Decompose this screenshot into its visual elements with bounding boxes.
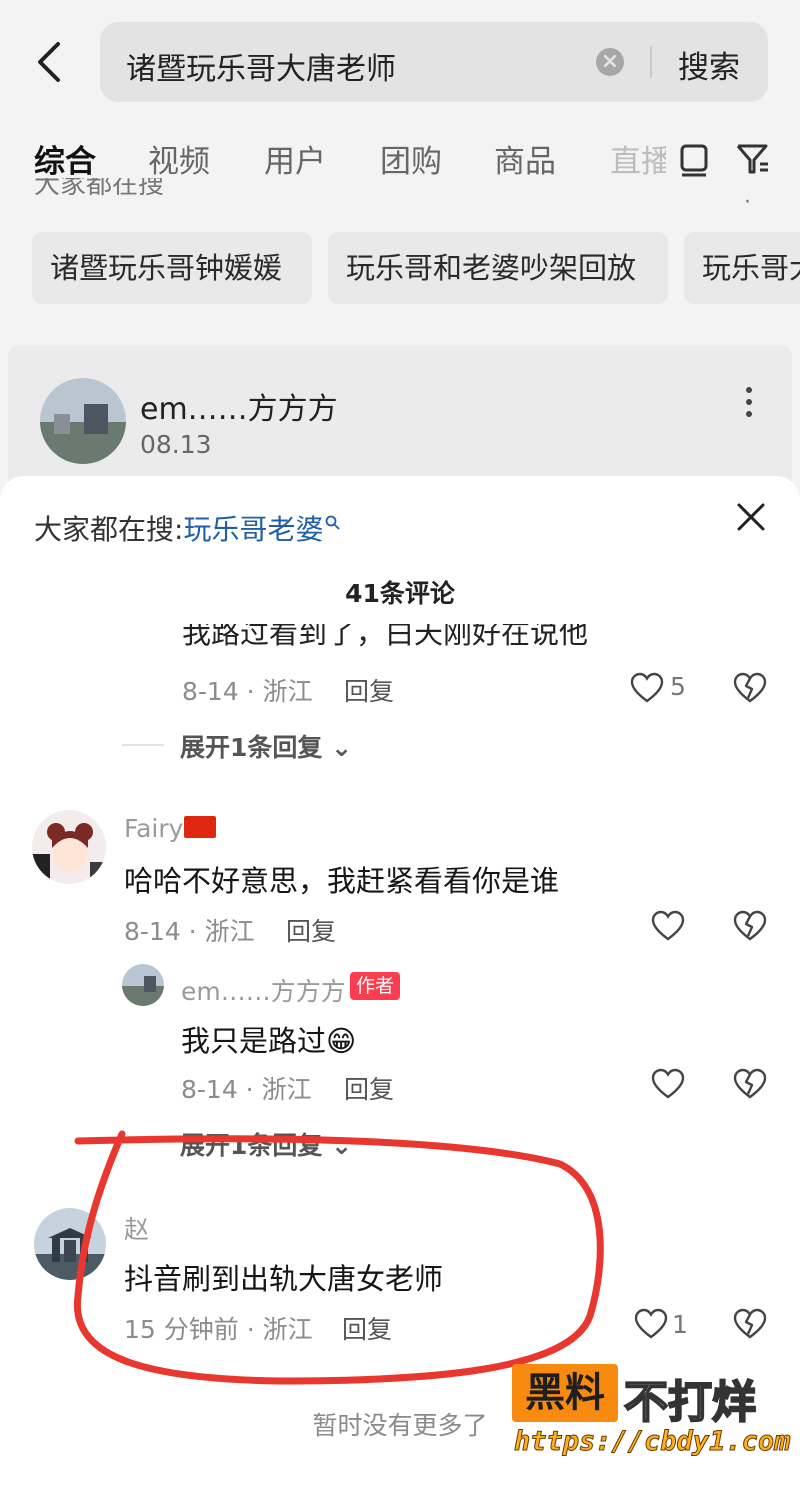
- comment-count: 41条评论: [345, 579, 455, 608]
- search-query-text: 诸暨玩乐哥大唐老师: [126, 52, 396, 87]
- search-icon: [326, 515, 341, 530]
- watermark-url: https://cbdy1.com: [513, 1426, 791, 1458]
- avatar[interactable]: [32, 810, 106, 884]
- comment-meta: 15 分钟前 · 浙江: [124, 1315, 313, 1344]
- hot-search-keyword[interactable]: 玩乐哥老婆: [183, 513, 323, 546]
- avatar[interactable]: [122, 964, 164, 1006]
- tab-users[interactable]: 用户: [264, 136, 326, 181]
- expand-replies[interactable]: 展开1条回复 ⌄: [180, 728, 352, 764]
- layout-toggle-icon[interactable]: [674, 138, 714, 178]
- hot-search-prefix: 大家都在搜:: [34, 513, 184, 546]
- avatar[interactable]: [34, 1208, 106, 1280]
- post-date: 08.13: [140, 430, 212, 459]
- comment-text: 抖音刷到出轨大唐女老师: [124, 1262, 444, 1296]
- post-author[interactable]: em……方方方: [140, 384, 338, 428]
- hot-search-banner[interactable]: 大家都在搜:玩乐哥老婆: [34, 508, 341, 548]
- comment-text: 哈哈不好意思，我赶紧看看你是谁: [124, 864, 560, 898]
- trending-chip[interactable]: 诸暨玩乐哥钟媛媛: [32, 232, 312, 304]
- tab-live[interactable]: 直播: [610, 136, 666, 181]
- heart-icon[interactable]: [651, 910, 685, 942]
- comments-sheet: 大家都在搜:玩乐哥老婆 41条评论 我路过看到了，白天刚好在说他 8-14 · …: [0, 476, 800, 1486]
- broken-heart-icon[interactable]: [733, 1068, 767, 1100]
- like-count: 5: [670, 672, 686, 701]
- commenter-name[interactable]: 赵: [124, 1210, 149, 1246]
- clear-icon[interactable]: ×: [596, 48, 624, 76]
- more-options-icon[interactable]: [744, 386, 754, 418]
- broken-heart-icon[interactable]: [733, 672, 767, 704]
- search-input[interactable]: 诸暨玩乐哥大唐老师 × 搜索: [100, 22, 768, 102]
- heart-icon[interactable]: [651, 1068, 685, 1100]
- china-flag-icon: [184, 816, 216, 838]
- heart-icon[interactable]: [634, 1308, 668, 1340]
- tab-group-buy[interactable]: 团购: [380, 136, 442, 181]
- commenter-name[interactable]: Fairy: [124, 814, 183, 843]
- commenter-name[interactable]: em……方方方: [181, 972, 346, 1008]
- avatar[interactable]: [40, 378, 126, 464]
- search-bar: 诸暨玩乐哥大唐老师 × 搜索: [0, 22, 800, 102]
- divider: [122, 744, 164, 746]
- comment-meta: 8-14 · 浙江: [182, 677, 313, 706]
- comment-text: 我路过看到了，白天刚好在说他: [182, 624, 589, 650]
- trending-chip[interactable]: 玩乐哥大: [684, 232, 800, 304]
- reply-button[interactable]: 回复: [286, 912, 336, 948]
- heart-icon[interactable]: [630, 672, 664, 704]
- grin-emoji-icon: 😁: [326, 1024, 357, 1058]
- more-dot-icon: ·: [744, 190, 751, 215]
- broken-heart-icon[interactable]: [733, 1308, 767, 1340]
- watermark: 黑料 不打烊 https://cbdy1.com: [512, 1364, 791, 1464]
- tab-products[interactable]: 商品: [494, 136, 556, 181]
- comment-meta: 8-14 · 浙江: [181, 1075, 312, 1104]
- close-icon[interactable]: [736, 502, 766, 532]
- reply-button[interactable]: 回复: [344, 1070, 394, 1106]
- like-count: 1: [672, 1310, 688, 1339]
- trending-heading: 大家都在搜: [34, 178, 165, 200]
- expand-replies[interactable]: 展开1条回复 ⌄: [180, 1126, 352, 1162]
- back-arrow-icon[interactable]: [30, 40, 70, 84]
- watermark-title: 不打烊: [623, 1376, 757, 1429]
- broken-heart-icon[interactable]: [733, 910, 767, 942]
- search-button[interactable]: 搜索: [678, 42, 740, 87]
- tab-comprehensive[interactable]: 综合: [34, 136, 96, 181]
- divider: [650, 46, 652, 78]
- filter-icon[interactable]: [732, 138, 772, 178]
- comment-meta: 8-14 · 浙江: [124, 917, 255, 946]
- reply-button[interactable]: 回复: [342, 1310, 392, 1346]
- watermark-badge: 黑料: [512, 1364, 618, 1422]
- tab-videos[interactable]: 视频: [148, 136, 210, 181]
- search-results-page: 诸暨玩乐哥大唐老师 × 搜索 综合 视频 用户 团购 商品 直播 大家都在搜 ·…: [0, 0, 800, 546]
- author-badge: 作者: [350, 972, 401, 1000]
- comment-text: 我只是路过😁: [181, 1024, 357, 1058]
- reply-button[interactable]: 回复: [344, 672, 394, 708]
- trending-chip[interactable]: 玩乐哥和老婆吵架回放: [328, 232, 668, 304]
- result-tabs: 综合 视频 用户 团购 商品 直播: [0, 132, 800, 182]
